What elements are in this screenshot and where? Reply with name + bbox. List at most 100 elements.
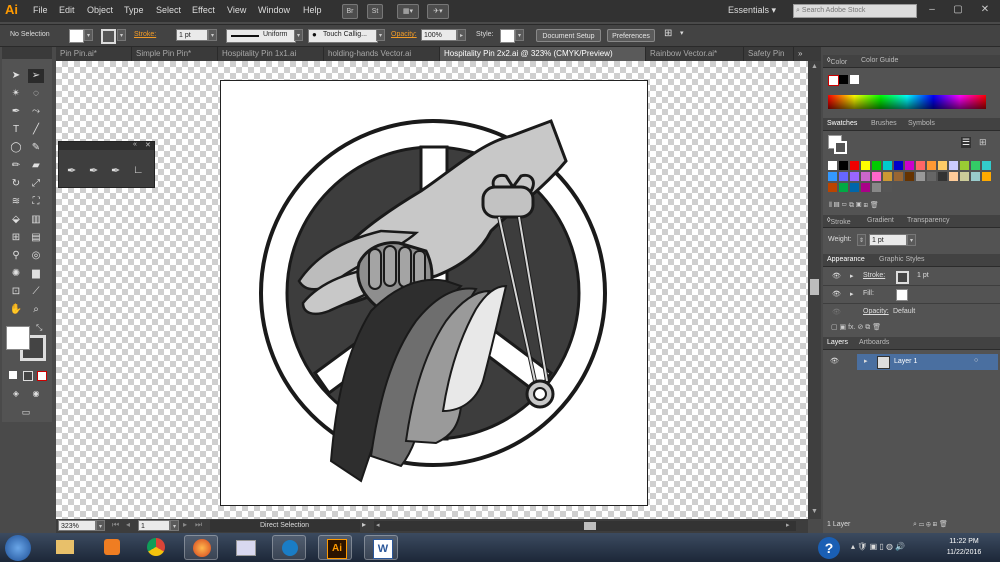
h-scroll-thumb[interactable] (584, 522, 596, 530)
swatch-grid[interactable] (828, 161, 998, 195)
tab-artboards[interactable]: Artboards (859, 339, 889, 346)
color-swatch[interactable] (971, 172, 980, 181)
color-swatch[interactable] (916, 161, 925, 170)
swatches-panel-header[interactable]: Swatches Brushes Symbols (823, 118, 1000, 131)
color-swatch[interactable] (949, 161, 958, 170)
preferences-button[interactable]: Preferences (607, 29, 655, 42)
media-player-icon[interactable] (95, 535, 129, 560)
color-swatch[interactable] (872, 172, 881, 181)
color-swatch[interactable] (861, 161, 870, 170)
start-button[interactable] (5, 535, 31, 561)
width-tool-icon[interactable]: ≋ (8, 195, 24, 209)
variable-width-profile[interactable]: Uniform (226, 29, 296, 43)
color-swatch[interactable] (850, 172, 859, 181)
firefox-icon[interactable] (184, 535, 218, 560)
color-swatch[interactable] (927, 161, 936, 170)
eyedropper-icon[interactable]: ⚲ (8, 249, 24, 263)
selection-tool-icon[interactable]: ➤ (8, 69, 24, 83)
menu-help[interactable]: Help (303, 5, 322, 15)
color-swatch[interactable] (949, 172, 958, 181)
appearance-stroke-swatch[interactable] (896, 271, 909, 284)
prev-artboard-icon[interactable]: ◂ (126, 520, 130, 529)
color-swatch[interactable] (861, 183, 870, 192)
color-swatch[interactable] (839, 172, 848, 181)
bridge-button[interactable]: Br (342, 4, 358, 19)
weight-stepper[interactable]: ⇕ (857, 234, 866, 246)
gradient-tool-icon[interactable]: ▤ (28, 231, 44, 245)
tools-panel-header[interactable] (2, 47, 52, 59)
appearance-fill-row[interactable]: 👁 ▸ Fill: (823, 286, 1000, 304)
color-swatch[interactable] (850, 183, 859, 192)
eye-icon[interactable]: 👁 (832, 272, 841, 280)
draw-mode-icon[interactable]: ◈ (8, 387, 24, 401)
menu-edit[interactable]: Edit (59, 5, 75, 15)
pencil-icon[interactable]: ✏ (8, 159, 24, 173)
line-tool-icon[interactable]: ╱ (28, 123, 44, 137)
symbol-sprayer-icon[interactable]: ✺ (8, 267, 24, 281)
type-tool-icon[interactable]: T (8, 123, 24, 137)
brush-definition[interactable]: ● Touch Callig... (308, 29, 378, 43)
vertical-scrollbar[interactable]: ▲ ▼ (808, 61, 821, 519)
stroke-panel-header[interactable]: ◊ Stroke Gradient Transparency (823, 215, 1000, 228)
pen-tool-icon[interactable]: ✒ (67, 164, 76, 177)
expand-icon[interactable]: ▸ (850, 290, 854, 298)
white-swatch[interactable] (850, 75, 859, 84)
paint-icon[interactable] (228, 535, 262, 560)
appearance-stroke-row[interactable]: 👁 ▸ Stroke: 1 pt (823, 268, 1000, 286)
scroll-thumb[interactable] (810, 279, 819, 295)
scroll-right-icon[interactable]: ▸ (786, 521, 790, 529)
blend-tool-icon[interactable]: ◎ (28, 249, 44, 263)
gradient-mode-icon[interactable] (23, 371, 33, 381)
brush-dropdown[interactable]: ▾ (376, 29, 385, 41)
ellipse-tool-icon[interactable]: ◯ (8, 141, 24, 155)
close-icon[interactable]: ✕ (145, 141, 151, 149)
menu-type[interactable]: Type (124, 5, 144, 15)
style-swatch[interactable] (500, 29, 515, 43)
style-dropdown[interactable]: ▾ (515, 29, 524, 41)
paintbrush-icon[interactable]: ✎ (28, 141, 44, 155)
menu-file[interactable]: File (33, 5, 48, 15)
color-swatch[interactable] (894, 161, 903, 170)
tab-holding-hands[interactable]: holding-hands Vector.ai (324, 47, 440, 61)
stroke-label[interactable]: Stroke: (134, 31, 156, 38)
swatch-library-icon[interactable]: ⫴ ▤ ▭ ⧉ ▣ ⊞ 🗑 (829, 201, 879, 210)
last-artboard-icon[interactable]: ⏭ (195, 520, 202, 530)
magic-wand-icon[interactable]: ✴ (8, 87, 24, 101)
layer-row[interactable]: 👁 ▸ Layer 1 ○ (823, 354, 1000, 370)
tab-hospitality-1x1[interactable]: Hospitality Pin 1x1.ai (218, 47, 324, 61)
stroke-dropdown[interactable]: ▾ (117, 29, 126, 41)
color-swatch[interactable] (828, 183, 837, 192)
color-swatch[interactable] (850, 161, 859, 170)
peace-pin-artwork[interactable] (221, 81, 647, 505)
column-graph-icon[interactable]: ▆ (28, 267, 44, 281)
artboard-field[interactable]: 1 (138, 520, 170, 531)
arrange-icon[interactable]: ⊞ (664, 28, 672, 39)
clock-time[interactable]: 11:22 PM (938, 538, 990, 545)
grid-view-icon[interactable]: ⊞ (979, 137, 987, 148)
document-setup-button[interactable]: Document Setup (536, 29, 601, 42)
color-spectrum[interactable] (828, 95, 986, 109)
minimize-icon[interactable]: – (925, 3, 939, 17)
scroll-up-icon[interactable]: ▲ (811, 63, 818, 70)
layer-highlight[interactable]: ▸ Layer 1 ○ (857, 354, 998, 370)
color-swatch[interactable] (883, 172, 892, 181)
hand-tool-icon[interactable]: ✋ (8, 303, 24, 317)
clock-date[interactable]: 11/22/2016 (938, 549, 990, 556)
tab-appearance[interactable]: Appearance (827, 256, 865, 263)
delete-anchor-icon[interactable]: ✒ (111, 164, 120, 177)
appearance-opacity-label[interactable]: Opacity: (863, 308, 889, 315)
color-swatch[interactable] (971, 161, 980, 170)
layer-name[interactable]: Layer 1 (894, 358, 917, 365)
anchor-point-icon[interactable]: ∟ (133, 164, 144, 176)
floating-panel-header[interactable]: « ✕ (59, 141, 154, 150)
file-explorer-icon[interactable] (48, 535, 82, 560)
none-swatch[interactable] (828, 75, 839, 86)
collapse-icon[interactable]: « (133, 141, 137, 148)
scale-icon[interactable]: ⤢ (28, 177, 44, 191)
eye-icon[interactable]: 👁 (832, 308, 841, 316)
zoom-tool-icon[interactable]: ⌕ (28, 303, 44, 317)
color-panel-header[interactable]: ◊ Color Color Guide (823, 55, 1000, 68)
swap-colors-icon[interactable]: ⤡ (36, 323, 42, 333)
color-swatch[interactable] (960, 172, 969, 181)
layers-toolbar-icons[interactable]: ⌕ ▭ ⊕ ⊞ 🗑 (913, 520, 948, 529)
